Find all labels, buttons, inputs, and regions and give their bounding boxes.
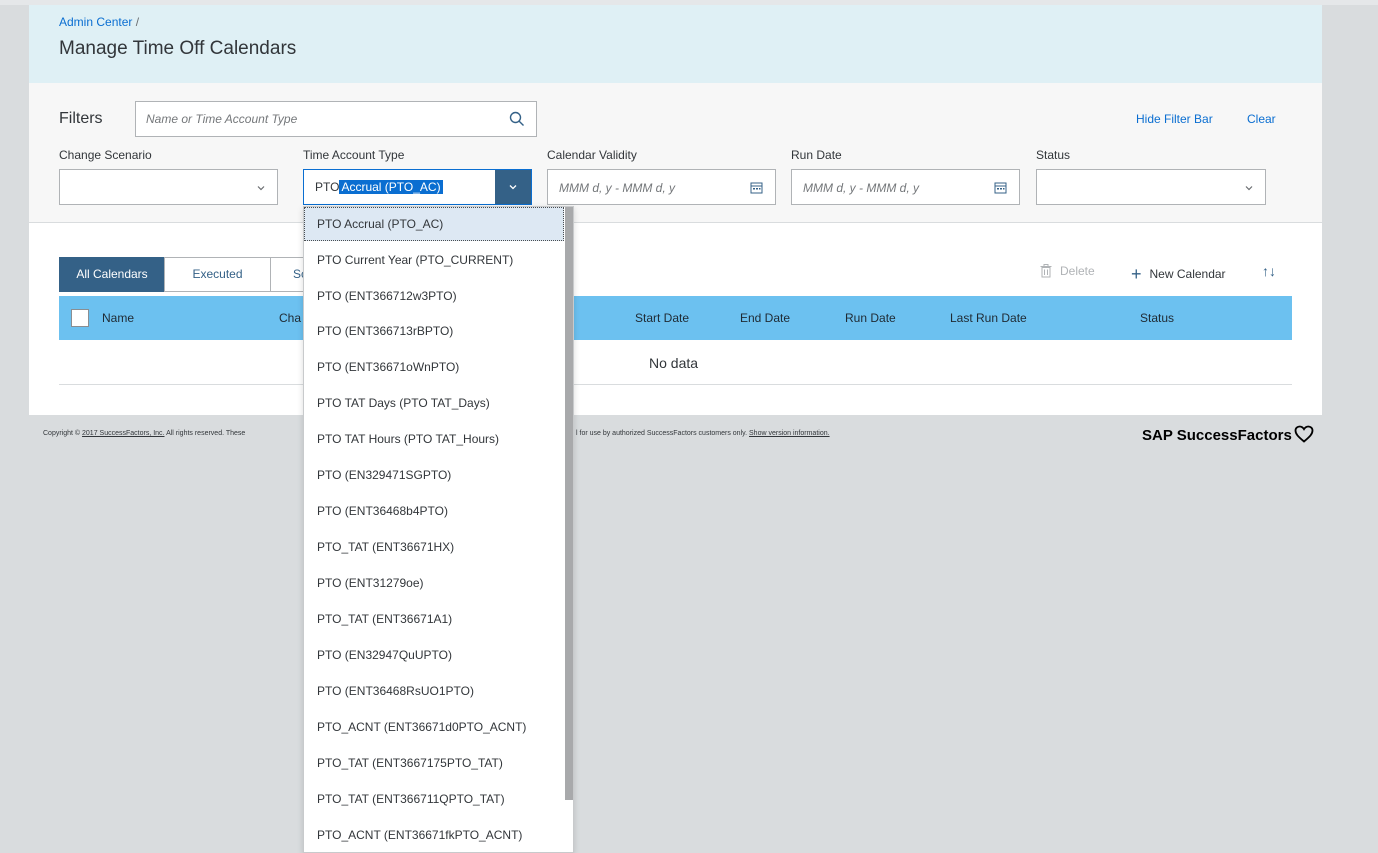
clear-filters-link[interactable]: Clear bbox=[1247, 112, 1276, 126]
chevron-down-icon bbox=[257, 186, 265, 191]
column-header-last-run-date[interactable]: Last Run Date bbox=[950, 311, 1027, 325]
trash-icon bbox=[1040, 264, 1052, 278]
plus-icon: + bbox=[1131, 264, 1142, 284]
select-all-checkbox[interactable] bbox=[71, 309, 89, 327]
chevron-down-icon bbox=[1245, 186, 1253, 191]
breadcrumb-admin-center-link[interactable]: Admin Center bbox=[59, 15, 132, 29]
calendar-icon[interactable] bbox=[750, 181, 763, 194]
dropdown-option[interactable]: PTO (ENT36671oWnPTO) bbox=[304, 350, 564, 384]
dropdown-option[interactable]: PTO_ACNT (ENT36671d0PTO_ACNT) bbox=[304, 710, 564, 744]
tab-executed[interactable]: Executed bbox=[164, 257, 271, 292]
run-date-label: Run Date bbox=[791, 148, 842, 162]
main-panel: Admin Center / Manage Time Off Calendars… bbox=[29, 5, 1322, 415]
time-account-type-label: Time Account Type bbox=[303, 148, 405, 162]
dropdown-option[interactable]: PTO_TAT (ENT36671A1) bbox=[304, 602, 564, 636]
no-data-text: No data bbox=[649, 355, 699, 371]
brand-logo: SAP SuccessFactors bbox=[1142, 425, 1314, 444]
run-date-field[interactable]: MMM d, y - MMM d, y bbox=[791, 169, 1020, 205]
new-calendar-button[interactable]: + New Calendar bbox=[1131, 264, 1226, 285]
brand-name: SAP SuccessFactors bbox=[1142, 427, 1292, 444]
new-calendar-label: New Calendar bbox=[1149, 267, 1226, 281]
page-title: Manage Time Off Calendars bbox=[59, 38, 297, 59]
status-label: Status bbox=[1036, 148, 1071, 162]
dropdown-option[interactable]: PTO (ENT36468b4PTO) bbox=[304, 494, 564, 528]
dropdown-option[interactable]: PTO TAT Days (PTO TAT_Days) bbox=[304, 386, 564, 420]
filters-label: Filters bbox=[59, 110, 103, 127]
dropdown-option[interactable]: PTO_TAT (ENT36671HX) bbox=[304, 530, 564, 564]
change-scenario-label: Change Scenario bbox=[59, 148, 152, 162]
breadcrumb: Admin Center / bbox=[59, 15, 139, 29]
column-header-change-scenario[interactable]: Cha bbox=[279, 311, 301, 325]
chevron-down-icon bbox=[509, 185, 517, 190]
dropdown-option[interactable]: PTO_TAT (ENT366711QPTO_TAT) bbox=[304, 782, 564, 816]
sort-icon[interactable]: ↑↓ bbox=[1262, 263, 1276, 279]
show-version-link[interactable]: Show version information. bbox=[749, 430, 830, 437]
column-header-name[interactable]: Name bbox=[102, 311, 134, 325]
value-selected-text: Accrual (PTO_AC) bbox=[339, 180, 443, 194]
time-account-type-value[interactable]: PTO Accrual (PTO_AC) bbox=[315, 180, 443, 194]
copyright-tail-group: l for use by authorized SuccessFactors c… bbox=[576, 430, 830, 437]
column-header-end-date[interactable]: End Date bbox=[740, 311, 790, 325]
copyright-rest: All rights reserved. These bbox=[166, 430, 246, 437]
tab-all-calendars[interactable]: All Calendars bbox=[59, 257, 165, 292]
search-field[interactable] bbox=[135, 101, 537, 137]
copyright-tail: l for use by authorized SuccessFactors c… bbox=[576, 430, 748, 437]
page-header: Admin Center / Manage Time Off Calendars bbox=[29, 5, 1322, 83]
run-date-placeholder: MMM d, y - MMM d, y bbox=[803, 181, 919, 195]
column-header-run-date[interactable]: Run Date bbox=[845, 311, 896, 325]
dropdown-option[interactable]: PTO (ENT36468RsUO1PTO) bbox=[304, 674, 564, 708]
search-icon[interactable] bbox=[508, 110, 526, 128]
copyright-company-link[interactable]: 2017 SuccessFactors, Inc. bbox=[82, 430, 164, 437]
calendar-validity-label: Calendar Validity bbox=[547, 148, 637, 162]
time-account-type-select[interactable]: PTO Accrual (PTO_AC) bbox=[303, 169, 532, 205]
table-divider bbox=[59, 384, 1292, 385]
dropdown-option[interactable]: PTO_ACNT (ENT36671fkPTO_ACNT) bbox=[304, 818, 564, 852]
hide-filter-bar-link[interactable]: Hide Filter Bar bbox=[1136, 112, 1213, 126]
value-prefix: PTO bbox=[315, 180, 340, 194]
dropdown-toggle-button[interactable] bbox=[495, 170, 531, 204]
heart-icon bbox=[1294, 425, 1314, 443]
calendar-icon[interactable] bbox=[994, 181, 1007, 194]
dropdown-option[interactable]: PTO (EN32947QuUPTO) bbox=[304, 638, 564, 672]
dropdown-option[interactable]: PTO Current Year (PTO_CURRENT) bbox=[304, 243, 564, 277]
status-select[interactable] bbox=[1036, 169, 1266, 205]
dropdown-option[interactable]: PTO (ENT366713rBPTO) bbox=[304, 314, 564, 348]
column-header-status[interactable]: Status bbox=[1140, 311, 1174, 325]
table-header: Name Cha Start Date End Date Run Date La… bbox=[59, 296, 1292, 340]
copyright-prefix: Copyright © bbox=[43, 430, 81, 437]
calendar-validity-placeholder: MMM d, y - MMM d, y bbox=[559, 181, 675, 195]
change-scenario-select[interactable] bbox=[59, 169, 278, 205]
delete-button[interactable]: Delete bbox=[1040, 264, 1095, 278]
calendar-validity-field[interactable]: MMM d, y - MMM d, y bbox=[547, 169, 776, 205]
copyright-notice: Copyright © 2017 SuccessFactors, Inc. Al… bbox=[43, 430, 830, 437]
breadcrumb-separator: / bbox=[135, 15, 140, 29]
dropdown-option[interactable]: PTO Accrual (PTO_AC) bbox=[304, 207, 564, 241]
time-account-type-dropdown-list[interactable]: PTO Accrual (PTO_AC) PTO Current Year (P… bbox=[303, 206, 574, 853]
dropdown-option[interactable]: PTO (EN329471SGPTO) bbox=[304, 458, 564, 492]
dropdown-option[interactable]: PTO_TAT (ENT3667175PTO_TAT) bbox=[304, 746, 564, 780]
filter-bar: Filters Hide Filter Bar Clear Change Sce… bbox=[29, 83, 1322, 223]
dropdown-option[interactable]: PTO TAT Hours (PTO TAT_Hours) bbox=[304, 422, 564, 456]
dropdown-option[interactable]: PTO (ENT366712w3PTO) bbox=[304, 279, 564, 313]
column-header-start-date[interactable]: Start Date bbox=[635, 311, 689, 325]
dropdown-option[interactable]: PTO (ENT31279oe) bbox=[304, 566, 564, 600]
search-input[interactable] bbox=[146, 110, 486, 128]
dropdown-scrollbar[interactable] bbox=[565, 207, 573, 800]
delete-label: Delete bbox=[1060, 264, 1095, 278]
